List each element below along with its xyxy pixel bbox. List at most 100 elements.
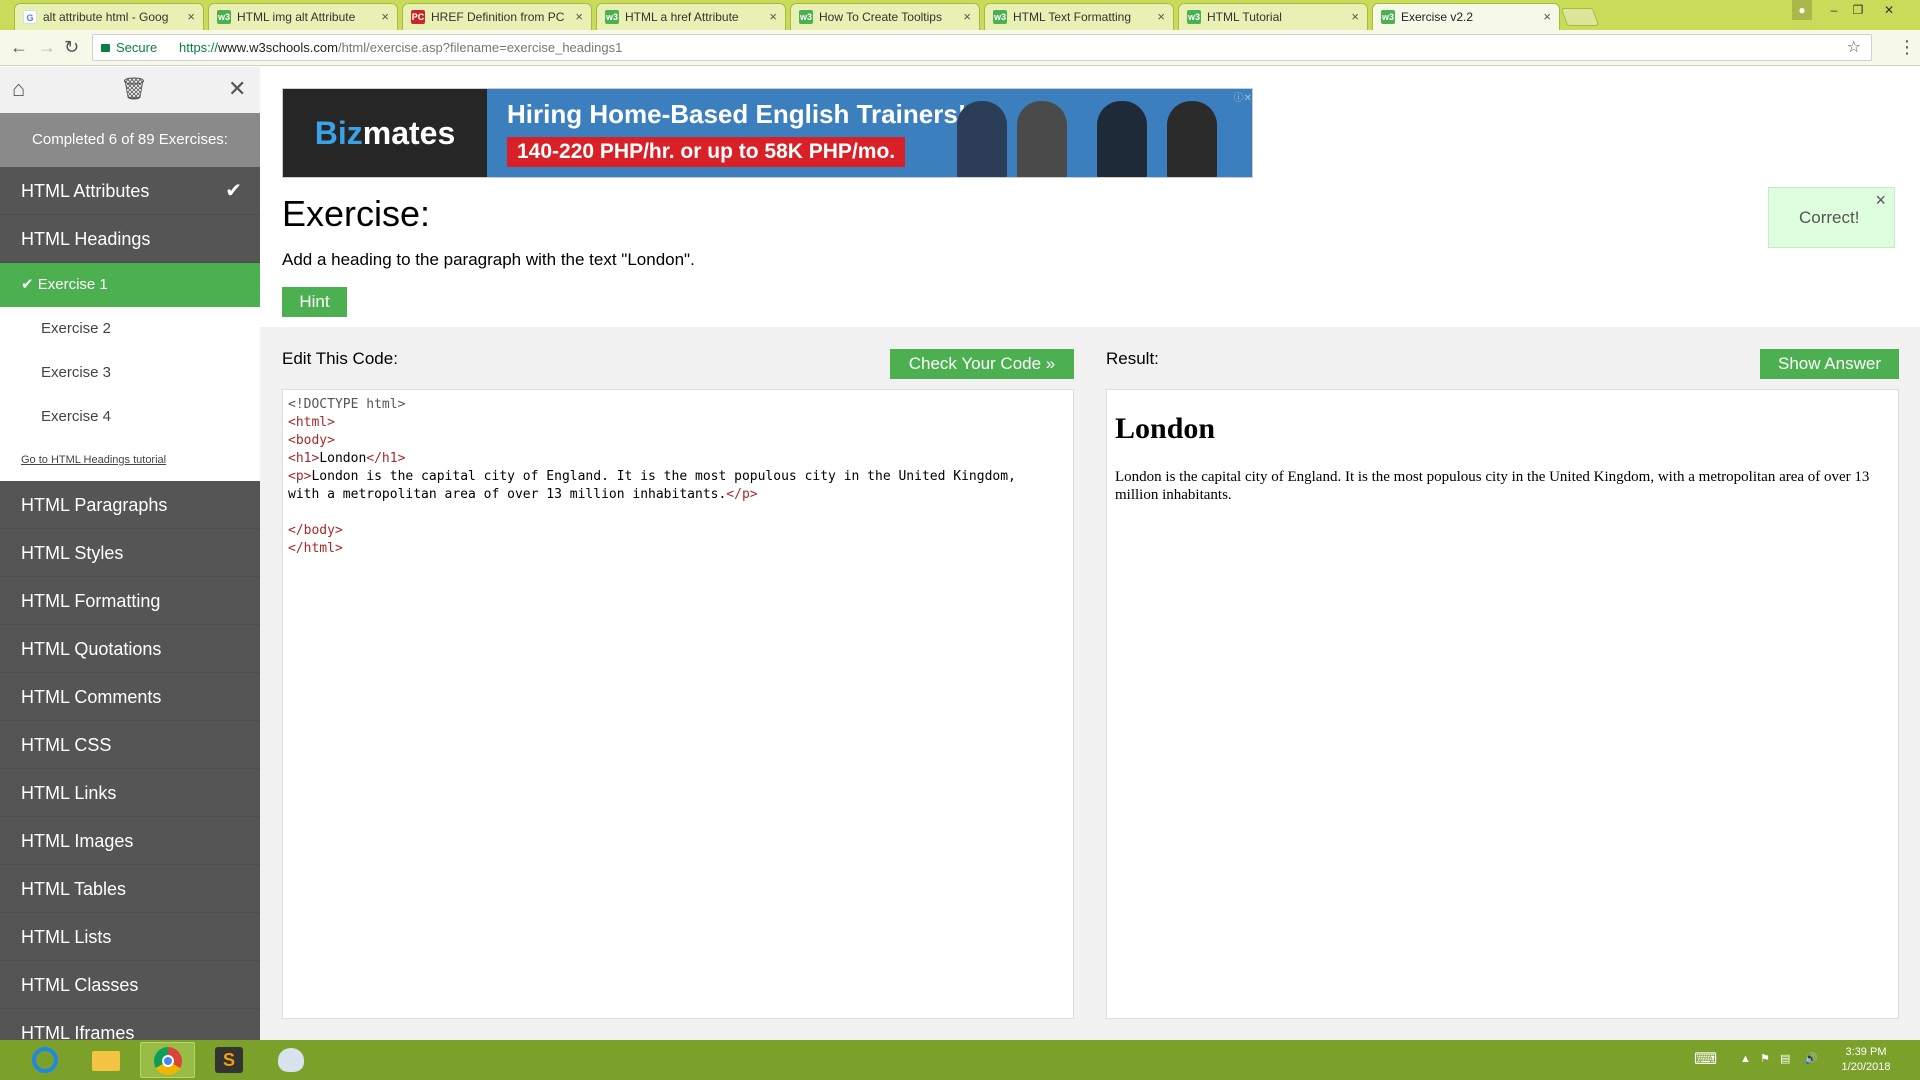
exercise-link-3[interactable]: Exercise 3 (0, 351, 260, 395)
sidebar-item-html-classes[interactable]: HTML Classes (0, 961, 260, 1009)
url-scheme: https:// (179, 40, 219, 55)
ad-content: Hiring Home-Based English Trainers! 140-… (487, 89, 1252, 177)
sublime-text-icon[interactable]: S (202, 1042, 257, 1078)
paint-icon[interactable] (264, 1042, 319, 1078)
sidebar-item-html-paragraphs[interactable]: HTML Paragraphs (0, 481, 260, 529)
show-hidden-icons[interactable]: ▲ (1740, 1052, 1751, 1067)
browser-tab[interactable]: w3 HTML img alt Attribute × (208, 3, 398, 30)
hint-button[interactable]: Hint (282, 287, 347, 317)
code-tag: </h1> (366, 451, 406, 466)
ad-person-image (1097, 101, 1147, 177)
code-editor[interactable]: <!DOCTYPE html> <html> <body> <h1>London… (282, 389, 1074, 1019)
browser-tab[interactable]: w3 HTML Tutorial × (1178, 3, 1368, 30)
result-heading: London (1115, 412, 1216, 445)
tutorial-link[interactable]: Go to HTML Headings tutorial (0, 439, 260, 481)
user-profile-icon[interactable]: ● (1792, 0, 1812, 20)
close-window-icon[interactable]: ✕ (1874, 0, 1904, 20)
internet-explorer-icon[interactable] (18, 1042, 73, 1078)
close-tab-icon[interactable]: × (187, 4, 195, 30)
advertisement-banner[interactable]: Bizmates Hiring Home-Based English Train… (282, 88, 1253, 178)
exercise-link-1[interactable]: ✔ Exercise 1 (0, 263, 260, 307)
back-icon[interactable]: ← (10, 36, 28, 58)
close-tab-icon[interactable]: × (1543, 4, 1551, 30)
sidebar-item-html-links[interactable]: HTML Links (0, 769, 260, 817)
forward-icon[interactable]: → (38, 36, 56, 58)
exercise-title: Exercise: (282, 193, 431, 234)
tab-title: HTML img alt Attribute (237, 10, 356, 24)
close-tab-icon[interactable]: × (1351, 4, 1359, 30)
close-icon[interactable]: ✕ (228, 76, 246, 102)
code-line: </body> (288, 523, 343, 538)
close-tab-icon[interactable]: × (1157, 4, 1165, 30)
ad-brand: Bizmates (283, 89, 487, 177)
bookmark-star-icon[interactable]: ☆ (1847, 35, 1861, 60)
code-line: <!DOCTYPE html> (288, 397, 406, 412)
sidebar-item-html-quotations[interactable]: HTML Quotations (0, 625, 260, 673)
code-tag: <p> (288, 469, 312, 484)
sidebar-item-html-comments[interactable]: HTML Comments (0, 673, 260, 721)
chrome-menu-icon[interactable]: ⋮ (1898, 36, 1916, 58)
exercise-link-2[interactable]: Exercise 2 (0, 307, 260, 351)
network-icon[interactable]: ▤ (1780, 1052, 1790, 1067)
browser-tab[interactable]: PC HREF Definition from PC × (402, 3, 592, 30)
action-center-flag-icon[interactable]: ⚑ (1760, 1052, 1770, 1067)
w3schools-icon: w3 (1187, 10, 1201, 24)
pc-icon: PC (411, 10, 425, 24)
address-bar[interactable]: Secure https://www.w3schools.com/html/ex… (92, 34, 1872, 61)
correct-notification: Correct! × (1768, 187, 1895, 248)
reload-icon[interactable]: ↻ (64, 36, 79, 58)
lock-icon (101, 44, 110, 52)
edit-code-label: Edit This Code: (282, 349, 398, 368)
result-paragraph: London is the capital city of England. I… (1115, 469, 1870, 503)
tab-title: Exercise v2.2 (1401, 10, 1474, 24)
close-tab-icon[interactable]: × (963, 4, 971, 30)
sidebar-item-html-lists[interactable]: HTML Lists (0, 913, 260, 961)
ad-person-image (1167, 101, 1217, 177)
browser-toolbar: ← → ↻ Secure https://www.w3schools.com/h… (0, 30, 1920, 66)
keyboard-icon[interactable]: ⌨ (1694, 1052, 1717, 1068)
sidebar-item-html-styles[interactable]: HTML Styles (0, 529, 260, 577)
restore-icon[interactable]: ❐ (1846, 0, 1870, 20)
sidebar-item-html-headings[interactable]: HTML Headings (0, 215, 260, 263)
show-answer-button[interactable]: Show Answer (1760, 349, 1899, 379)
secure-indicator[interactable]: Secure (101, 35, 157, 60)
chrome-icon[interactable] (140, 1042, 195, 1078)
checkmark-icon: ✔ (225, 180, 242, 202)
ad-subline: 140-220 PHP/hr. or up to 58K PHP/mo. (507, 137, 906, 167)
w3schools-icon: w3 (1381, 10, 1395, 24)
exercise-main: Bizmates Hiring Home-Based English Train… (260, 67, 1920, 1040)
close-tab-icon[interactable]: × (769, 4, 777, 30)
home-icon[interactable]: ⌂ (12, 76, 25, 102)
url-host: www.w3schools.com (218, 40, 338, 55)
browser-tab-active[interactable]: w3 Exercise v2.2 × (1372, 3, 1560, 31)
trash-icon[interactable]: 🗑 (120, 76, 148, 102)
clock[interactable]: 3:39 PM 1/20/2018 (1836, 1045, 1896, 1075)
sidebar-item-html-iframes[interactable]: HTML Iframes (0, 1009, 260, 1040)
exercise-link-4[interactable]: Exercise 4 (0, 395, 260, 439)
close-tab-icon[interactable]: × (381, 4, 389, 30)
minimize-icon[interactable]: – (1822, 0, 1846, 20)
ad-choices-icon[interactable]: ⓘ✕ (1234, 89, 1252, 104)
result-preview: London London is the capital city of Eng… (1106, 389, 1899, 1019)
close-tab-icon[interactable]: × (575, 4, 583, 30)
sidebar-item-html-images[interactable]: HTML Images (0, 817, 260, 865)
w3schools-icon: w3 (217, 10, 231, 24)
browser-tab[interactable]: w3 How To Create Tooltips × (790, 3, 980, 30)
url-text[interactable]: https://www.w3schools.com/html/exercise.… (179, 35, 622, 60)
clock-date: 1/20/2018 (1841, 1061, 1891, 1073)
new-tab-button[interactable] (1560, 8, 1600, 26)
ad-brand-part: mates (362, 115, 456, 151)
sidebar-toolbar: ⌂ 🗑 ✕ (0, 67, 260, 113)
browser-tab[interactable]: w3 HTML a href Attribute × (596, 3, 786, 30)
browser-tab[interactable]: G alt attribute html - Goog × (14, 3, 204, 30)
sidebar-item-html-tables[interactable]: HTML Tables (0, 865, 260, 913)
close-notification-icon[interactable]: × (1875, 190, 1886, 211)
check-code-button[interactable]: Check Your Code » (890, 349, 1074, 379)
browser-tab[interactable]: w3 HTML Text Formatting × (984, 3, 1174, 30)
code-line: <html> (288, 415, 335, 430)
sidebar-item-html-attributes[interactable]: HTML Attributes ✔ (0, 167, 260, 215)
sidebar-item-html-formatting[interactable]: HTML Formatting (0, 577, 260, 625)
volume-icon[interactable]: 🔊 (1804, 1052, 1818, 1067)
file-explorer-icon[interactable] (78, 1042, 133, 1078)
sidebar-item-html-css[interactable]: HTML CSS (0, 721, 260, 769)
